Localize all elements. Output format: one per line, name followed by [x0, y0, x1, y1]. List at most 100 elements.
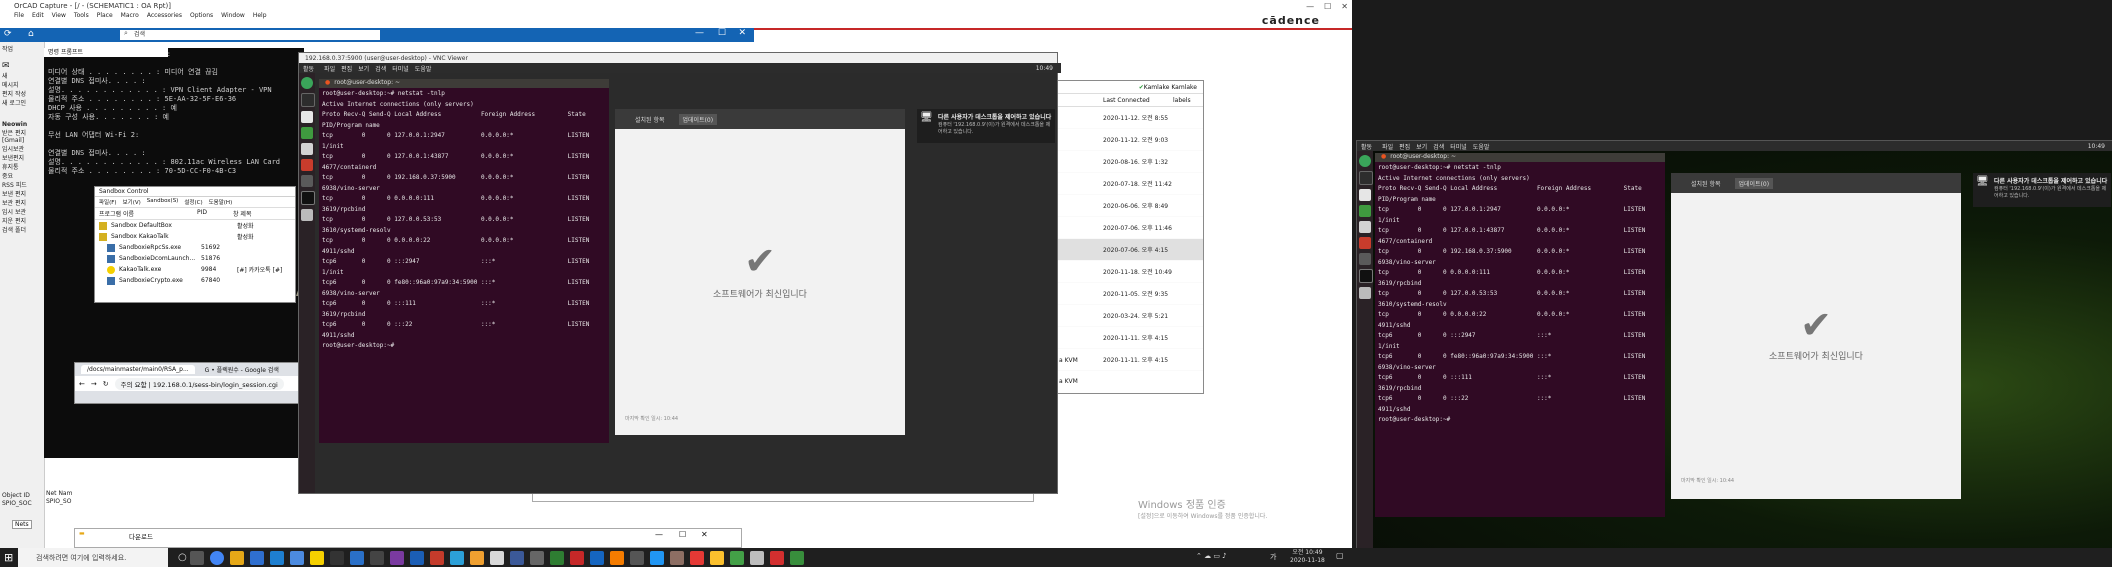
app-icon[interactable]: [369, 550, 384, 565]
chrome-tab[interactable]: /docs/mainmaster/main0/RSA_p...: [81, 365, 195, 374]
document-icon[interactable]: [1359, 189, 1371, 201]
settings-icon[interactable]: [1359, 253, 1371, 265]
maximize-icon[interactable]: ☐: [1324, 2, 1331, 11]
menu-item[interactable]: 터미널: [392, 64, 409, 73]
menu-item[interactable]: 보기: [358, 64, 369, 73]
sidebar-item[interactable]: 작업: [2, 44, 42, 53]
app-icon[interactable]: [529, 550, 544, 565]
taskbar-clock[interactable]: 오전 10:49 2020-11-18: [1290, 549, 1325, 565]
app-icon[interactable]: [429, 550, 444, 565]
user-name[interactable]: Kamlake Kamlake: [1144, 84, 1197, 91]
app-icon[interactable]: [449, 550, 464, 565]
menu-item[interactable]: 도움말: [415, 64, 432, 73]
menu-item[interactable]: 편집: [341, 64, 352, 73]
list-item[interactable]: 2020-11-12. 오전 9:03: [1057, 129, 1203, 151]
close-icon[interactable]: ✕: [701, 530, 708, 539]
tab-updates[interactable]: 설치된 항목: [1691, 179, 1721, 188]
activities-button[interactable]: 활동: [1361, 142, 1372, 151]
list-item[interactable]: 2020-11-12. 오전 8:55: [1057, 107, 1203, 129]
menu-accessories[interactable]: Accessories: [147, 12, 182, 22]
sidebar-item-neowin[interactable]: Neowin: [2, 121, 42, 128]
mail-icon[interactable]: [249, 550, 264, 565]
sidebar-item[interactable]: [Gmail]: [2, 137, 42, 144]
close-icon[interactable]: ✕: [738, 28, 746, 38]
software-icon[interactable]: [301, 159, 313, 171]
tab-nets[interactable]: Nets: [12, 520, 32, 529]
col-last-connected[interactable]: Last Connected: [1103, 97, 1173, 104]
menu-edit[interactable]: Edit: [32, 12, 44, 22]
sidebar-item[interactable]: 편지 작성: [2, 89, 42, 98]
list-item-selected[interactable]: 2020-07-06. 오후 4:15: [1057, 239, 1203, 261]
close-icon[interactable]: ●: [325, 79, 330, 89]
sidebar-item[interactable]: 메시지: [2, 80, 42, 89]
tab-updates[interactable]: 설치된 항목: [635, 115, 665, 124]
menu-place[interactable]: Place: [97, 12, 113, 22]
app-icon[interactable]: [729, 550, 744, 565]
maximize-icon[interactable]: ☐: [679, 530, 686, 539]
list-item[interactable]: 2020-03-24. 오후 5:21: [1057, 305, 1203, 327]
chrome-icon[interactable]: [209, 550, 224, 565]
col-labels[interactable]: labels: [1173, 97, 1191, 104]
menu-item[interactable]: 편집: [1399, 142, 1410, 151]
app-icon[interactable]: [769, 550, 784, 565]
menu-help[interactable]: Help: [253, 12, 267, 22]
tray-icons[interactable]: ⌃ ☁ ▭ ♪: [1196, 552, 1227, 560]
ime-indicator[interactable]: 가: [1270, 552, 1276, 562]
tab-installed[interactable]: 업데이트(0): [678, 113, 718, 125]
app-icon[interactable]: [489, 550, 504, 565]
sidebar-item[interactable]: 휴지통: [2, 162, 42, 171]
forward-icon[interactable]: →: [91, 380, 97, 388]
menu-settings[interactable]: 설정(C): [184, 198, 202, 206]
table-row[interactable]: SandboxieRpcSs.exe 51692: [95, 242, 295, 253]
sidebar-item[interactable]: 새 로그인: [2, 98, 42, 107]
tab-installed[interactable]: 업데이트(0): [1734, 177, 1774, 189]
activities-button[interactable]: 활동: [303, 64, 314, 73]
update-icon[interactable]: [301, 77, 313, 89]
table-row[interactable]: SandboxieDcomLaunch... 51876: [95, 253, 295, 264]
col-program-name[interactable]: 프로그램 이름: [99, 209, 197, 218]
document-icon[interactable]: [301, 111, 313, 123]
list-item[interactable]: 2020-11-18. 오전 10:49: [1057, 261, 1203, 283]
back-icon[interactable]: ⟳: [4, 29, 12, 39]
terminal-icon[interactable]: [329, 550, 344, 565]
menu-view[interactable]: View: [52, 12, 66, 22]
terminal-icon[interactable]: [301, 191, 315, 205]
list-item[interactable]: 2020-08-16. 오후 1:32: [1057, 151, 1203, 173]
menu-file[interactable]: 파일(F): [99, 198, 117, 206]
list-item[interactable]: 2020-06-06. 오후 8:49: [1057, 195, 1203, 217]
sidebar-item[interactable]: 보관 편지: [2, 198, 42, 207]
terminal-icon[interactable]: [1359, 171, 1373, 185]
terminal-window[interactable]: ● root@user-desktop: ~ root@user-desktop…: [319, 79, 609, 443]
col-window-title[interactable]: 창 제목: [233, 209, 251, 218]
sidebar-item[interactable]: 검색 폴더: [2, 225, 42, 234]
presentation-icon[interactable]: [1359, 221, 1371, 233]
list-item[interactable]: 2020-11-11. 오후 4:15: [1057, 327, 1203, 349]
clock[interactable]: 10:49: [1036, 65, 1053, 72]
windows-start-icon[interactable]: ⊞: [4, 551, 13, 564]
software-icon[interactable]: [1359, 237, 1371, 249]
update-icon[interactable]: [1359, 155, 1371, 167]
search-input[interactable]: 검색: [120, 30, 380, 40]
task-view-icon[interactable]: ○: [178, 552, 187, 563]
sidebar-item[interactable]: 새: [2, 71, 42, 80]
app-icon[interactable]: [349, 550, 364, 565]
app-icon[interactable]: [409, 550, 424, 565]
clock[interactable]: 10:49: [2088, 143, 2105, 150]
close-icon[interactable]: ●: [1381, 153, 1386, 163]
list-item[interactable]: 2020-07-06. 오후 11:46: [1057, 217, 1203, 239]
app-icon[interactable]: [629, 550, 644, 565]
sidebar-item[interactable]: 임시보관: [2, 144, 42, 153]
table-row[interactable]: Sandbox DefaultBox 활성화: [95, 220, 295, 231]
notification-center-icon[interactable]: ▢: [1336, 551, 1344, 560]
close-icon[interactable]: ✕: [1341, 2, 1348, 11]
app-icon[interactable]: [509, 550, 524, 565]
app-icon[interactable]: [549, 550, 564, 565]
menu-item[interactable]: 파일: [1382, 142, 1393, 151]
back-icon[interactable]: ←: [79, 380, 85, 388]
drive-icon[interactable]: [1359, 287, 1371, 299]
list-item[interactable]: 2020-11-11. 오후 4:15: [1057, 349, 1203, 371]
app-icon[interactable]: [609, 550, 624, 565]
col-pid[interactable]: PID: [197, 209, 233, 218]
list-item[interactable]: 2020-07-18. 오전 11:42: [1057, 173, 1203, 195]
app-icon[interactable]: [689, 550, 704, 565]
